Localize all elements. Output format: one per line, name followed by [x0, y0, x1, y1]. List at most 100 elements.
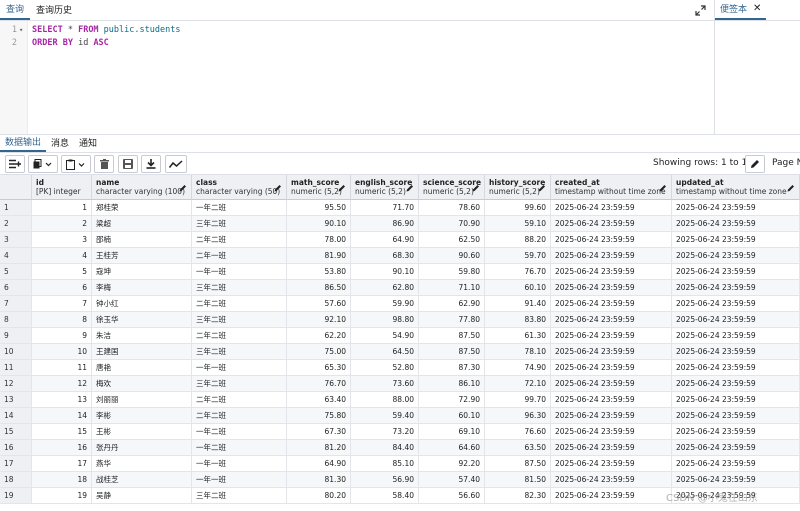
- cell-english-score[interactable]: 85.10: [351, 456, 419, 472]
- cell-class[interactable]: 二年二班: [192, 392, 287, 408]
- edit-column-icon[interactable]: [179, 184, 187, 192]
- cell-history-score[interactable]: 72.10: [485, 376, 551, 392]
- cell-science-score[interactable]: 77.80: [419, 312, 485, 328]
- cell-name[interactable]: 吴静: [92, 488, 192, 504]
- cell-science-score[interactable]: 62.50: [419, 232, 485, 248]
- cell-created-at[interactable]: 2025-06-24 23:59:59: [551, 424, 672, 440]
- cell-name[interactable]: 郑桂荣: [92, 200, 192, 216]
- cell-created-at[interactable]: 2025-06-24 23:59:59: [551, 248, 672, 264]
- cell-history-score[interactable]: 76.70: [485, 264, 551, 280]
- cell-history-score[interactable]: 63.50: [485, 440, 551, 456]
- cell-id[interactable]: 7: [32, 296, 92, 312]
- edit-column-icon[interactable]: [472, 184, 480, 192]
- cell-class[interactable]: 一年二班: [192, 200, 287, 216]
- row-number[interactable]: 11: [0, 360, 32, 376]
- cell-id[interactable]: 9: [32, 328, 92, 344]
- cell-history-score[interactable]: 76.60: [485, 424, 551, 440]
- row-number[interactable]: 19: [0, 488, 32, 504]
- row-number[interactable]: 8: [0, 312, 32, 328]
- cell-updated-at[interactable]: 2025-06-24 23:59:59: [672, 424, 800, 440]
- cell-name[interactable]: 王彬: [92, 424, 192, 440]
- column-header-name[interactable]: name character varying (100): [92, 175, 192, 200]
- cell-updated-at[interactable]: 2025-06-24 23:59:59: [672, 264, 800, 280]
- cell-class[interactable]: 一年一班: [192, 264, 287, 280]
- cell-class[interactable]: 三年二班: [192, 280, 287, 296]
- cell-english-score[interactable]: 88.00: [351, 392, 419, 408]
- row-number[interactable]: 7: [0, 296, 32, 312]
- cell-name[interactable]: 战桂芝: [92, 472, 192, 488]
- cell-updated-at[interactable]: 2025-06-24 23:59:59: [672, 344, 800, 360]
- paste-button[interactable]: [61, 155, 91, 173]
- cell-id[interactable]: 10: [32, 344, 92, 360]
- cell-id[interactable]: 15: [32, 424, 92, 440]
- cell-name[interactable]: 刘丽丽: [92, 392, 192, 408]
- row-number[interactable]: 12: [0, 376, 32, 392]
- edit-column-icon[interactable]: [338, 184, 346, 192]
- cell-created-at[interactable]: 2025-06-24 23:59:59: [551, 280, 672, 296]
- cell-english-score[interactable]: 52.80: [351, 360, 419, 376]
- cell-id[interactable]: 17: [32, 456, 92, 472]
- add-row-button[interactable]: [5, 155, 25, 173]
- cell-class[interactable]: 三年二班: [192, 488, 287, 504]
- cell-name[interactable]: 王建国: [92, 344, 192, 360]
- cell-name[interactable]: 李彬: [92, 408, 192, 424]
- cell-history-score[interactable]: 59.10: [485, 216, 551, 232]
- cell-id[interactable]: 5: [32, 264, 92, 280]
- cell-history-score[interactable]: 59.70: [485, 248, 551, 264]
- cell-id[interactable]: 3: [32, 232, 92, 248]
- cell-updated-at[interactable]: 2025-06-24 23:59:59: [672, 216, 800, 232]
- row-number[interactable]: 4: [0, 248, 32, 264]
- cell-created-at[interactable]: 2025-06-24 23:59:59: [551, 264, 672, 280]
- row-number[interactable]: 13: [0, 392, 32, 408]
- cell-class[interactable]: 一年一班: [192, 472, 287, 488]
- cell-id[interactable]: 13: [32, 392, 92, 408]
- cell-history-score[interactable]: 83.80: [485, 312, 551, 328]
- cell-name[interactable]: 梁超: [92, 216, 192, 232]
- column-header-math-score[interactable]: math_score numeric (5,2): [287, 175, 351, 200]
- cell-english-score[interactable]: 73.20: [351, 424, 419, 440]
- cell-name[interactable]: 梅欢: [92, 376, 192, 392]
- cell-updated-at[interactable]: 2025-06-24 23:59:59: [672, 232, 800, 248]
- row-number[interactable]: 2: [0, 216, 32, 232]
- cell-id[interactable]: 12: [32, 376, 92, 392]
- graph-visualiser-button[interactable]: [165, 155, 187, 173]
- cell-updated-at[interactable]: 2025-06-24 23:59:59: [672, 408, 800, 424]
- row-number[interactable]: 17: [0, 456, 32, 472]
- cell-english-score[interactable]: 90.10: [351, 264, 419, 280]
- cell-created-at[interactable]: 2025-06-24 23:59:59: [551, 392, 672, 408]
- cell-class[interactable]: 三年二班: [192, 344, 287, 360]
- cell-name[interactable]: 钟小红: [92, 296, 192, 312]
- cell-created-at[interactable]: 2025-06-24 23:59:59: [551, 216, 672, 232]
- cell-created-at[interactable]: 2025-06-24 23:59:59: [551, 408, 672, 424]
- edit-column-icon[interactable]: [538, 184, 546, 192]
- cell-science-score[interactable]: 71.10: [419, 280, 485, 296]
- cell-updated-at[interactable]: 2025-06-24 23:59:59: [672, 440, 800, 456]
- cell-class[interactable]: 一年二班: [192, 440, 287, 456]
- cell-history-score[interactable]: 82.30: [485, 488, 551, 504]
- cell-math-score[interactable]: 81.20: [287, 440, 351, 456]
- cell-english-score[interactable]: 54.90: [351, 328, 419, 344]
- cell-history-score[interactable]: 91.40: [485, 296, 551, 312]
- cell-english-score[interactable]: 73.60: [351, 376, 419, 392]
- cell-science-score[interactable]: 62.90: [419, 296, 485, 312]
- cell-updated-at[interactable]: 2025-06-24 23:59:59: [672, 472, 800, 488]
- cell-class[interactable]: 二年二班: [192, 408, 287, 424]
- cell-created-at[interactable]: 2025-06-24 23:59:59: [551, 344, 672, 360]
- cell-class[interactable]: 二年二班: [192, 232, 287, 248]
- cell-math-score[interactable]: 90.10: [287, 216, 351, 232]
- cell-created-at[interactable]: 2025-06-24 23:59:59: [551, 440, 672, 456]
- cell-id[interactable]: 19: [32, 488, 92, 504]
- cell-english-score[interactable]: 62.80: [351, 280, 419, 296]
- edit-rows-button[interactable]: [745, 155, 765, 173]
- cell-id[interactable]: 4: [32, 248, 92, 264]
- cell-updated-at[interactable]: 2025-06-24 23:59:59: [672, 328, 800, 344]
- cell-updated-at[interactable]: 2025-06-24 23:59:59: [672, 392, 800, 408]
- cell-name[interactable]: 邵楠: [92, 232, 192, 248]
- cell-name[interactable]: 李梅: [92, 280, 192, 296]
- cell-class[interactable]: 一年一班: [192, 360, 287, 376]
- cell-english-score[interactable]: 84.40: [351, 440, 419, 456]
- cell-created-at[interactable]: 2025-06-24 23:59:59: [551, 312, 672, 328]
- cell-math-score[interactable]: 75.80: [287, 408, 351, 424]
- row-number[interactable]: 14: [0, 408, 32, 424]
- cell-science-score[interactable]: 70.90: [419, 216, 485, 232]
